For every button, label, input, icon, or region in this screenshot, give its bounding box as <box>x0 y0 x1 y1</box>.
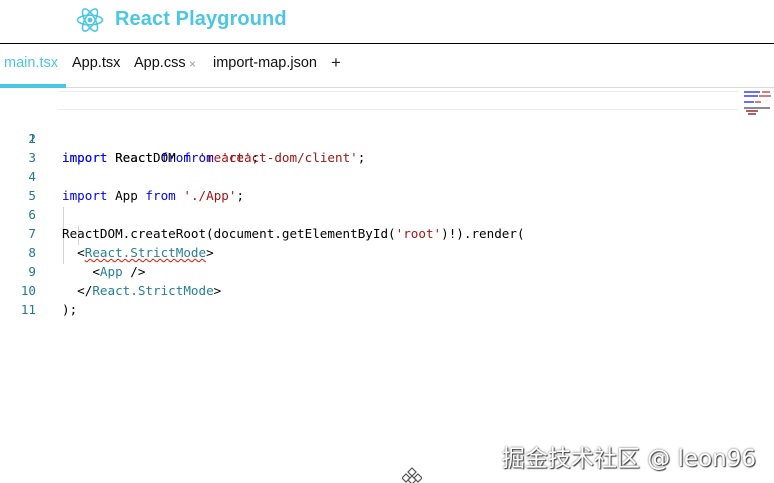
code-line-9[interactable]: 9 </React.StrictMode> <box>0 243 740 298</box>
file-tab-bar: main.tsx App.tsx App.css × import-map.js… <box>0 44 774 88</box>
code-line-6[interactable]: 6 ReactDOM.createRoot(document.getElemen… <box>0 186 740 241</box>
close-icon[interactable]: × <box>189 57 196 71</box>
code-line-3[interactable]: 3 <box>0 129 740 165</box>
code-line-10[interactable]: 10 ); <box>0 262 740 317</box>
react-atom-icon <box>76 8 104 32</box>
editor-minimap[interactable] <box>742 90 772 116</box>
app-title: React Playground <box>115 8 287 30</box>
code-line-2[interactable]: 2 import ReactDOM from 'react-dom/client… <box>0 110 740 165</box>
add-tab-button[interactable]: + <box>331 53 341 73</box>
watermark-text: 掘金技术社区 @ leon96 <box>501 446 756 472</box>
tab-main-tsx[interactable]: main.tsx <box>4 55 58 71</box>
tab-import-map-json[interactable]: import-map.json <box>213 55 317 71</box>
code-editor[interactable]: 1 import React from 'react'; 2 import Re… <box>0 89 774 483</box>
code-line-7[interactable]: 7 <React.StrictMode> <box>0 205 740 260</box>
code-text: ); <box>62 302 78 317</box>
code-line-8[interactable]: 8 <App /> <box>0 224 740 279</box>
code-line-5[interactable]: 5 <box>0 167 740 203</box>
code-line-4[interactable]: 4 import App from './App'; <box>0 148 740 203</box>
active-tab-indicator <box>0 84 66 88</box>
line-number: 11 <box>20 302 36 317</box>
tab-app-tsx[interactable]: App.tsx <box>72 55 120 71</box>
code-line-1[interactable]: 1 import React from 'react'; <box>0 91 740 165</box>
drag-handle-icon[interactable] <box>402 467 422 483</box>
current-line-highlight <box>58 91 738 110</box>
app-header: React Playground <box>0 0 774 44</box>
code-line-11[interactable]: 11 <box>0 281 740 317</box>
tab-app-css[interactable]: App.css <box>134 55 186 71</box>
